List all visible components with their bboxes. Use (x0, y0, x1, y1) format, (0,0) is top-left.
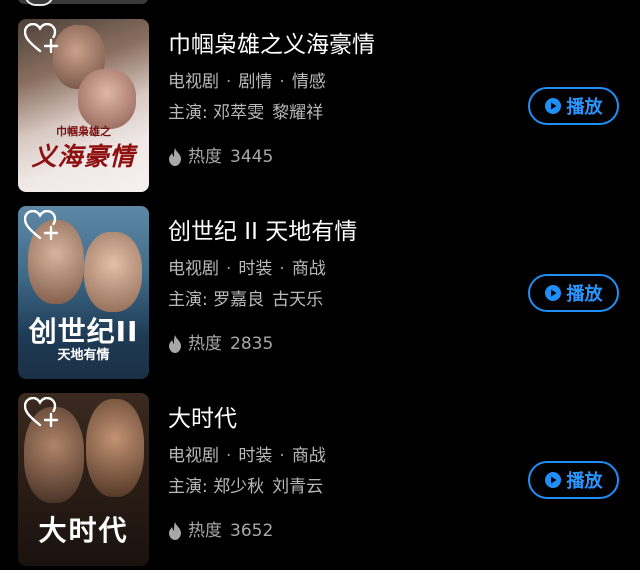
tag-genre: 商战 (291, 259, 326, 279)
play-circle-icon (544, 98, 561, 114)
heat-label: 热度 (188, 334, 222, 354)
actor-name: 刘青云 (272, 477, 324, 497)
item-info: 大时代 电视剧 · 时装 · 商战 主演: 郑少秋 刘青云 热度 3652 (168, 403, 498, 543)
heat-value: 3652 (230, 521, 274, 541)
play-button[interactable]: 播放 (528, 461, 619, 499)
heat-line: 热度 3652 (168, 519, 498, 543)
cast-line: 主演: 邓萃雯 黎耀祥 (168, 101, 498, 125)
separator-dot: · (226, 446, 232, 466)
separator-dot: · (279, 259, 285, 279)
play-button[interactable]: 播放 (528, 87, 619, 125)
drama-title[interactable]: 巾帼枭雄之义海豪情 (168, 29, 498, 61)
list-item[interactable]: 创世纪II 天地有情 创世纪 II 天地有情 电视剧 · 时装 · 商战 主演: 罗嘉良… (0, 206, 640, 380)
previous-item-poster[interactable] (18, 0, 148, 6)
heat-line: 热度 3445 (168, 145, 498, 169)
heat-value: 3445 (230, 147, 274, 167)
poster-image[interactable]: 创世纪II 天地有情 (18, 206, 149, 379)
play-label: 播放 (566, 284, 603, 305)
flame-icon (169, 335, 181, 353)
separator-dot: · (226, 259, 232, 279)
flame-icon (169, 522, 181, 540)
item-info: 创世纪 II 天地有情 电视剧 · 时装 · 商战 主演: 罗嘉良 古天乐 热度 2835 (168, 216, 498, 356)
tag-genre: 情感 (291, 72, 326, 92)
separator-dot: · (226, 72, 232, 92)
list-item[interactable]: 大时代 大时代 电视剧 · 时装 · 商战 主演: 郑少秋 刘青云 热度 3652 播放 (0, 393, 640, 567)
cast-label: 主演: (168, 290, 208, 310)
poster-title: 大时代 (38, 514, 129, 547)
actor-name: 古天乐 (272, 290, 324, 310)
poster-figure-shape (86, 399, 144, 497)
play-label: 播放 (566, 97, 603, 118)
heart-plus-icon[interactable] (24, 397, 60, 429)
heat-value: 2835 (230, 334, 274, 354)
poster-image[interactable]: 大时代 (18, 393, 149, 566)
poster-subtitle: 天地有情 (57, 348, 110, 363)
genre-tags: 电视剧 · 时装 · 商战 (168, 444, 498, 468)
item-info: 巾帼枭雄之义海豪情 电视剧 · 剧情 · 情感 主演: 邓萃雯 黎耀祥 热度 3445 (168, 29, 498, 169)
genre-tags: 电视剧 · 时装 · 商战 (168, 257, 498, 281)
tag-genre: 剧情 (238, 72, 273, 92)
play-circle-icon (544, 472, 561, 488)
cast-label: 主演: (168, 103, 208, 123)
play-label: 播放 (566, 471, 603, 492)
separator-dot: · (279, 72, 285, 92)
heart-plus-icon[interactable] (24, 0, 54, 6)
tag-genre: 时装 (238, 446, 273, 466)
play-button[interactable]: 播放 (528, 274, 619, 312)
list-item[interactable]: 巾帼枭雄之 义海豪情 巾帼枭雄之义海豪情 电视剧 · 剧情 · 情感 主演: 邓萃雯 黎耀… (0, 19, 640, 193)
actor-name: 郑少秋 (213, 477, 265, 497)
tag-category: 电视剧 (168, 72, 219, 92)
cast-line: 主演: 罗嘉良 古天乐 (168, 288, 498, 312)
tag-category: 电视剧 (168, 259, 219, 279)
tag-genre: 时装 (238, 259, 273, 279)
poster-title: 义海豪情 (31, 142, 136, 171)
genre-tags: 电视剧 · 剧情 · 情感 (168, 70, 498, 94)
heart-plus-icon[interactable] (24, 23, 60, 55)
heart-plus-icon[interactable] (24, 210, 60, 242)
drama-title[interactable]: 创世纪 II 天地有情 (168, 216, 498, 248)
flame-icon (169, 148, 181, 166)
heat-label: 热度 (188, 147, 222, 167)
drama-title[interactable]: 大时代 (168, 403, 498, 435)
play-circle-icon (544, 285, 561, 301)
separator-dot: · (279, 446, 285, 466)
tag-genre: 商战 (291, 446, 326, 466)
cast-label: 主演: (168, 477, 208, 497)
poster-figure-shape (84, 232, 142, 312)
poster-figure-shape (78, 69, 136, 129)
poster-image[interactable]: 巾帼枭雄之 义海豪情 (18, 19, 149, 192)
actor-name: 黎耀祥 (272, 103, 324, 123)
cast-line: 主演: 郑少秋 刘青云 (168, 475, 498, 499)
actor-name: 邓萃雯 (213, 103, 265, 123)
heat-label: 热度 (188, 521, 222, 541)
heat-line: 热度 2835 (168, 332, 498, 356)
actor-name: 罗嘉良 (213, 290, 265, 310)
tag-category: 电视剧 (168, 446, 219, 466)
